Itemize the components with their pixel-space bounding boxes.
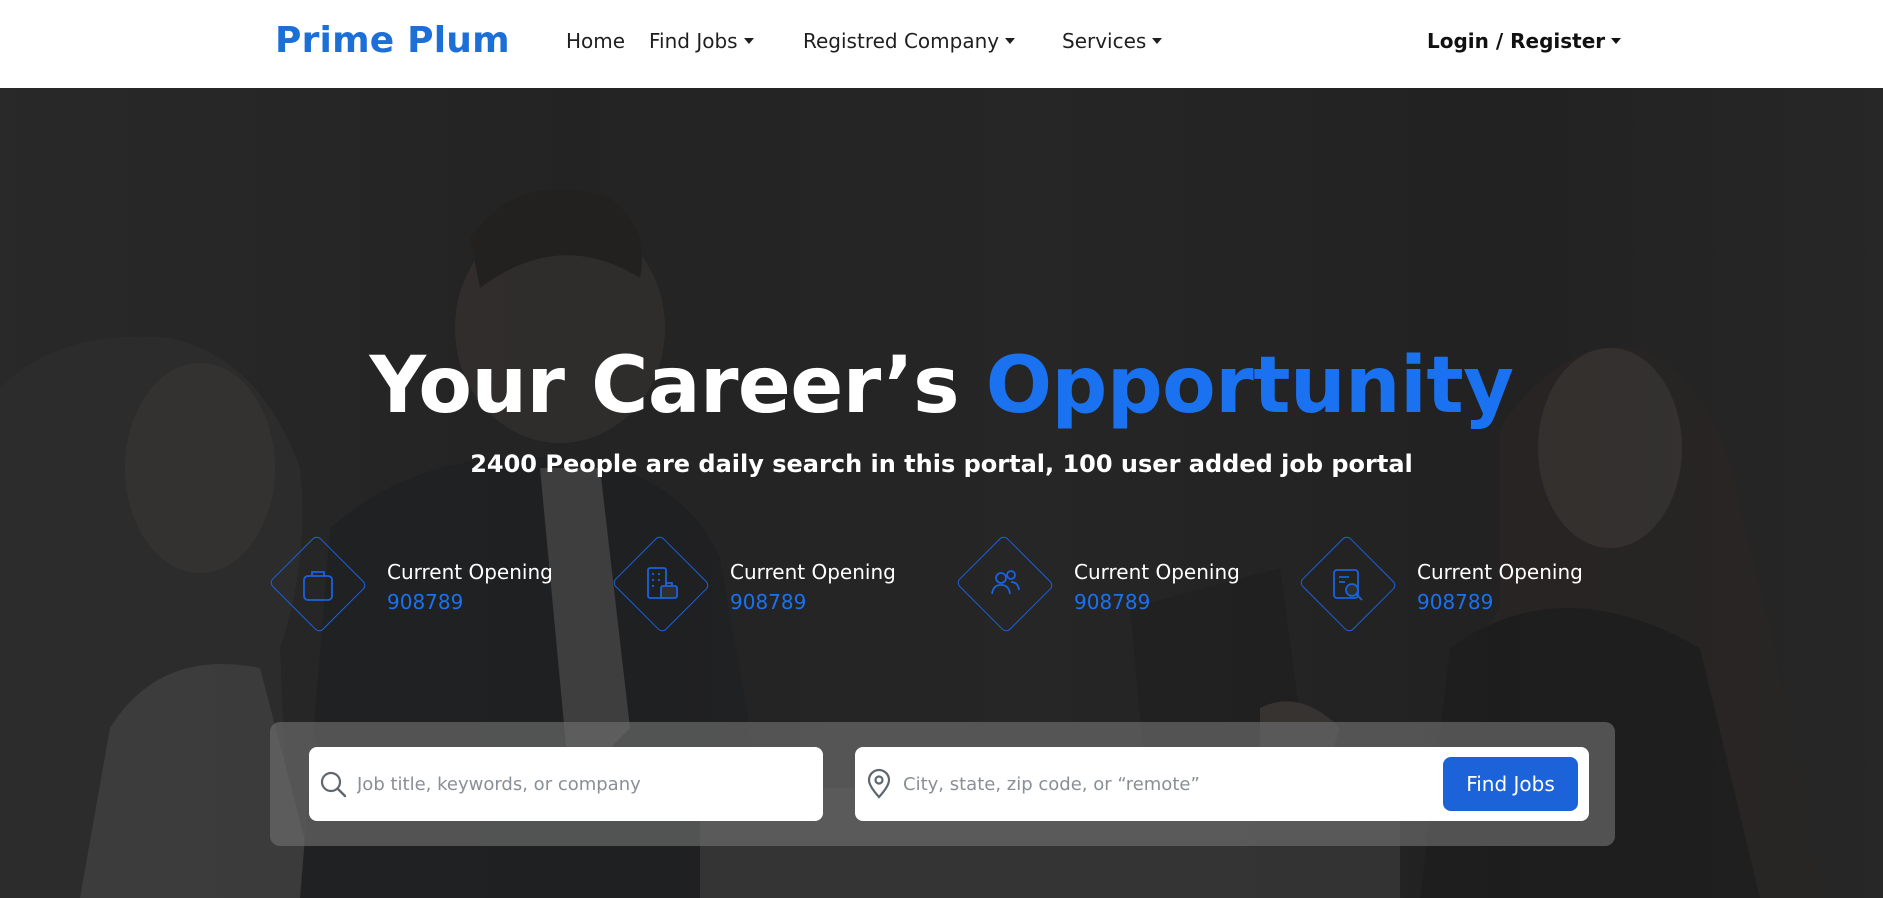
hero-headline: Your Career’s Opportunity	[0, 341, 1883, 431]
stat-value: 908789	[1074, 590, 1151, 614]
chevron-down-icon	[743, 38, 754, 44]
stat-label: Current Opening	[730, 560, 896, 584]
nav-registered-company-dropdown[interactable]: Registred Company	[803, 29, 1016, 53]
stat-value: 908789	[1417, 590, 1494, 614]
stat-label: Current Opening	[387, 560, 553, 584]
brand-logo[interactable]: Prime Plum	[275, 20, 510, 61]
users-icon	[991, 570, 1020, 595]
stat-card: Current Opening 908789	[1298, 534, 1620, 636]
nav-registered-company-label: Registred Company	[803, 29, 1000, 53]
stat-card: Current Opening 908789	[955, 534, 1277, 636]
nav-home-label: Home	[566, 29, 626, 53]
nav-find-jobs-label: Find Jobs	[649, 29, 738, 53]
login-register-label: Login / Register	[1427, 29, 1606, 53]
keyword-field	[309, 747, 823, 821]
find-jobs-button[interactable]: Find Jobs	[1443, 757, 1578, 811]
nav-home[interactable]: Home	[566, 29, 625, 53]
keyword-input[interactable]	[357, 765, 807, 803]
chevron-down-icon	[1152, 38, 1163, 44]
stat-label: Current Opening	[1074, 560, 1240, 584]
briefcase-icon	[303, 571, 333, 601]
location-field: Find Jobs	[855, 747, 1589, 821]
building-briefcase-icon	[647, 567, 678, 599]
location-input[interactable]	[903, 765, 1403, 803]
stat-value: 908789	[387, 590, 464, 614]
nav-services-dropdown[interactable]: Services	[1062, 29, 1163, 53]
stat-card: Current Opening 908789	[268, 534, 590, 636]
job-search-panel: Find Jobs	[270, 722, 1615, 846]
hero-section: Your Career’s Opportunity 2400 People ar…	[0, 88, 1883, 898]
headline-main: Your Career’s	[369, 341, 986, 431]
login-register-dropdown[interactable]: Login / Register	[1427, 29, 1622, 53]
document-search-icon	[1333, 569, 1363, 601]
search-icon	[320, 771, 347, 798]
nav-find-jobs-dropdown[interactable]: Find Jobs	[649, 29, 754, 53]
top-navbar: Prime Plum Home Find Jobs Registred Comp…	[0, 0, 1883, 88]
chevron-down-icon	[1611, 38, 1622, 44]
stat-value: 908789	[730, 590, 807, 614]
chevron-down-icon	[1005, 38, 1016, 44]
nav-services-label: Services	[1062, 29, 1147, 53]
stat-label: Current Opening	[1417, 560, 1583, 584]
stat-card: Current Opening 908789	[611, 534, 933, 636]
hero-subline: 2400 People are daily search in this por…	[470, 450, 1413, 478]
map-pin-icon	[867, 768, 891, 799]
headline-accent: Opportunity	[985, 341, 1514, 431]
